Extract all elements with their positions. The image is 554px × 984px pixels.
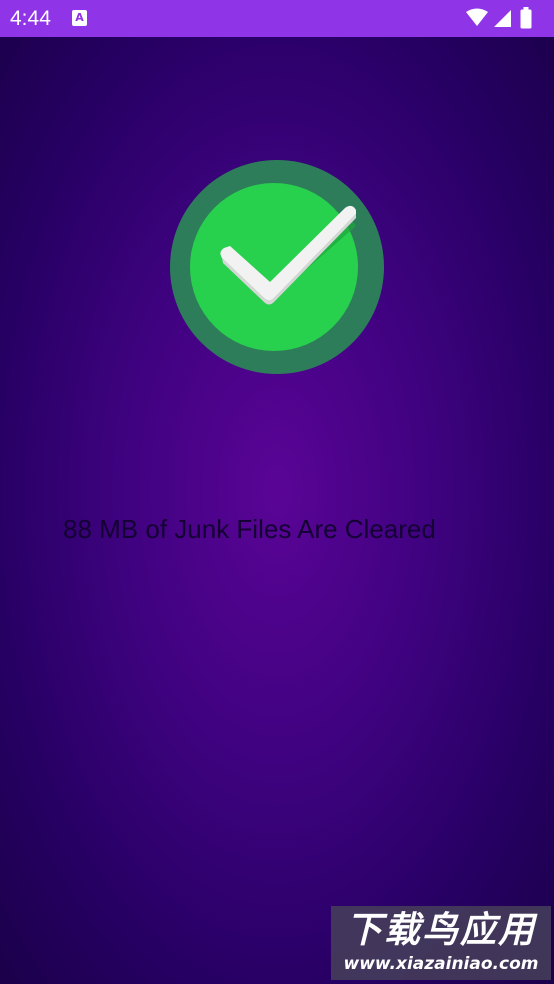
status-icons <box>466 7 546 29</box>
watermark-title: 下载鸟应用 <box>345 910 536 951</box>
status-bar: 4:44 A <box>0 0 554 37</box>
signal-icon <box>494 10 511 27</box>
battery-icon <box>520 7 532 29</box>
main-content: 88 MB of Junk Files Are Cleared <box>0 37 554 984</box>
cleared-message: 88 MB of Junk Files Are Cleared <box>63 514 436 544</box>
wifi-icon <box>466 8 488 26</box>
watermark-url: www.xiazainiao.com <box>343 954 539 974</box>
watermark-logo: 下载鸟应用 www.xiazainiao.com <box>331 906 551 980</box>
notification-a-icon: A <box>72 10 87 26</box>
status-time: 4:44 <box>10 7 51 30</box>
checkmark-circle-icon <box>170 160 384 374</box>
